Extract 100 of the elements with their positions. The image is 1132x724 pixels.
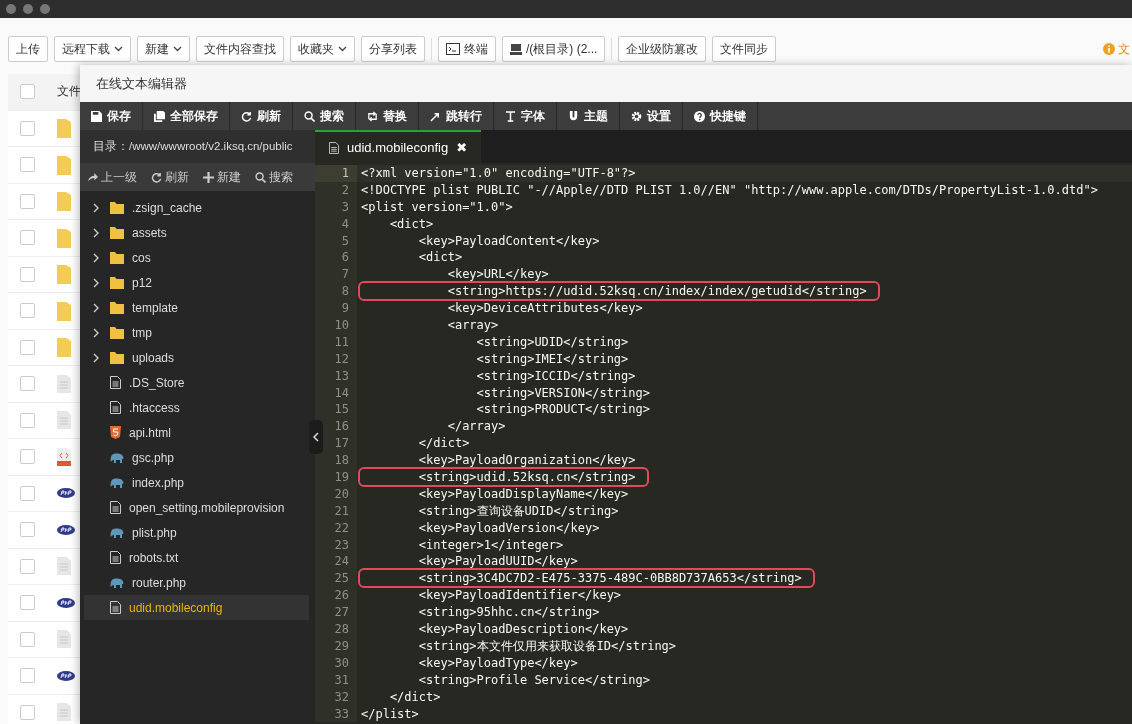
document-icon — [57, 374, 71, 393]
file-tab[interactable]: udid.mobileconfig ✖ — [315, 130, 482, 163]
document-icon — [57, 411, 71, 430]
checkbox[interactable] — [20, 522, 35, 538]
file-tree-item[interactable]: .htaccess — [84, 395, 309, 420]
sidebar-action-button[interactable]: 搜索 — [248, 168, 300, 186]
sidebar-action-button[interactable]: 新建 — [196, 168, 248, 186]
line-number: 19 — [315, 469, 357, 486]
code-line: <dict> — [388, 216, 434, 231]
checkbox[interactable] — [20, 668, 35, 684]
checkbox[interactable] — [20, 193, 35, 209]
checkbox[interactable] — [20, 595, 35, 611]
code-line: <key>PayloadType</key> — [417, 655, 578, 670]
toolbar-button[interactable]: 上传 — [8, 36, 48, 62]
file-tree-item[interactable]: .DS_Store — [84, 370, 309, 395]
toolbar-button[interactable]: 文件同步 — [712, 36, 777, 62]
line-number: 1 — [315, 165, 357, 182]
code-line: <string>udid.52ksq.cn</string> — [361, 470, 646, 485]
file-tree-item[interactable]: api.html — [84, 420, 309, 445]
directory-path: 目录：/www/wwwroot/v2.iksq.cn/public — [80, 130, 315, 163]
code-line: <key>URL</key> — [446, 267, 549, 282]
file-tree-item[interactable]: open_setting.mobileprovision — [84, 495, 309, 520]
checkbox[interactable] — [20, 449, 35, 465]
line-number: 8 — [315, 283, 357, 301]
checkbox[interactable] — [20, 704, 35, 720]
refresh-icon — [241, 110, 252, 122]
search-icon — [304, 110, 315, 122]
toolbar-button[interactable]: 收藏夹 — [290, 36, 355, 62]
file-tree-item[interactable]: router.php — [84, 570, 309, 595]
code-line: <key>PayloadVersion</key> — [417, 520, 600, 535]
code-line: <string>PRODUCT</string> — [475, 402, 650, 417]
php-logo-icon — [57, 670, 75, 681]
file-tree-item[interactable]: udid.mobileconfig — [84, 595, 309, 620]
checkbox[interactable] — [20, 120, 35, 136]
folder-icon — [57, 191, 71, 212]
checkbox[interactable] — [20, 303, 35, 319]
toolbar-button[interactable]: /(根目录) (2... — [502, 36, 606, 62]
file-tree-item[interactable]: .zsign_cache — [84, 195, 309, 220]
document-icon — [110, 401, 121, 414]
file-tree-item[interactable]: index.php — [84, 470, 309, 495]
toolbar-button[interactable]: 文件内容查找 — [196, 36, 284, 62]
close-icon[interactable]: ✖ — [456, 140, 468, 155]
toolbar-button[interactable]: 远程下载 — [54, 36, 131, 62]
toolbar-button[interactable]: 新建 — [137, 36, 190, 62]
code-line: <key>PayloadDescription</key> — [417, 622, 629, 637]
window-zoom-control[interactable] — [40, 4, 50, 14]
chevron-icon[interactable] — [92, 227, 100, 238]
file-tree-item[interactable]: tmp — [84, 320, 309, 345]
checkbox[interactable] — [20, 631, 35, 647]
chevron-icon[interactable] — [92, 302, 100, 313]
code-line: <?xml version="1.0" encoding="UTF-8"?> — [361, 166, 636, 180]
checkbox[interactable] — [20, 376, 35, 392]
file-tree-item[interactable]: cos — [84, 245, 309, 270]
window-close-control[interactable] — [6, 4, 16, 14]
line-number: 26 — [315, 587, 357, 605]
checkbox[interactable] — [20, 558, 35, 574]
file-tree-item[interactable]: p12 — [84, 270, 309, 295]
caret-icon — [338, 46, 347, 52]
chevron-icon[interactable] — [92, 252, 100, 263]
code-line: <!DOCTYPE plist PUBLIC "-//Apple//DTD PLIST 1.0//EN" "http://www.apple.com/DTDs/PropertyList-1.0.dtd"> — [361, 182, 1098, 197]
sidebar-action-button[interactable]: 刷新 — [144, 168, 196, 186]
chevron-icon[interactable] — [92, 277, 100, 288]
file-tree-item[interactable]: uploads — [84, 345, 309, 370]
drive-icon — [510, 43, 522, 55]
checkbox[interactable] — [20, 266, 35, 282]
html5-icon — [110, 426, 121, 439]
chevron-icon[interactable] — [92, 352, 100, 363]
code-line: <string>95hhc.cn</string> — [417, 605, 600, 620]
checkbox[interactable] — [20, 485, 35, 501]
document-icon — [110, 376, 121, 389]
chevron-icon[interactable] — [92, 327, 100, 338]
code-line: <key>PayloadIdentifier</key> — [417, 588, 622, 603]
php-logo-icon — [57, 597, 75, 608]
file-tree-item[interactable]: plist.php — [84, 520, 309, 545]
code-line: <integer>1</integer> — [417, 537, 564, 552]
toolbar-button[interactable]: 企业级防篡改 — [618, 36, 707, 62]
line-number: 27 — [315, 604, 357, 622]
code-line: <key>PayloadDisplayName</key> — [417, 486, 629, 501]
window-minimize-control[interactable] — [23, 4, 33, 14]
file-tree-item[interactable]: template — [84, 295, 309, 320]
checkbox[interactable] — [20, 230, 35, 246]
toolbar-button[interactable]: 分享列表 — [361, 36, 425, 62]
chevron-icon[interactable] — [92, 202, 100, 213]
elephant-icon — [110, 477, 124, 488]
notice-text: 文 — [1118, 40, 1130, 58]
checkbox[interactable] — [20, 84, 35, 100]
collapse-sidebar-handle[interactable] — [309, 420, 323, 454]
checkbox[interactable] — [20, 157, 35, 173]
file-tree-item[interactable]: robots.txt — [84, 545, 309, 570]
file-tree-item[interactable]: assets — [84, 220, 309, 245]
folder-icon — [57, 118, 71, 139]
checkbox[interactable] — [20, 339, 35, 355]
toolbar-button[interactable]: 终端 — [438, 36, 496, 62]
checkbox[interactable] — [20, 412, 35, 428]
caret-icon — [173, 46, 182, 52]
sidebar-action-button[interactable]: 上一级 — [80, 168, 144, 186]
code-line: <string>ICCID</string> — [475, 368, 636, 383]
file-tree-item[interactable]: gsc.php — [84, 445, 309, 470]
elephant-icon — [110, 577, 124, 588]
document-icon — [57, 557, 71, 576]
